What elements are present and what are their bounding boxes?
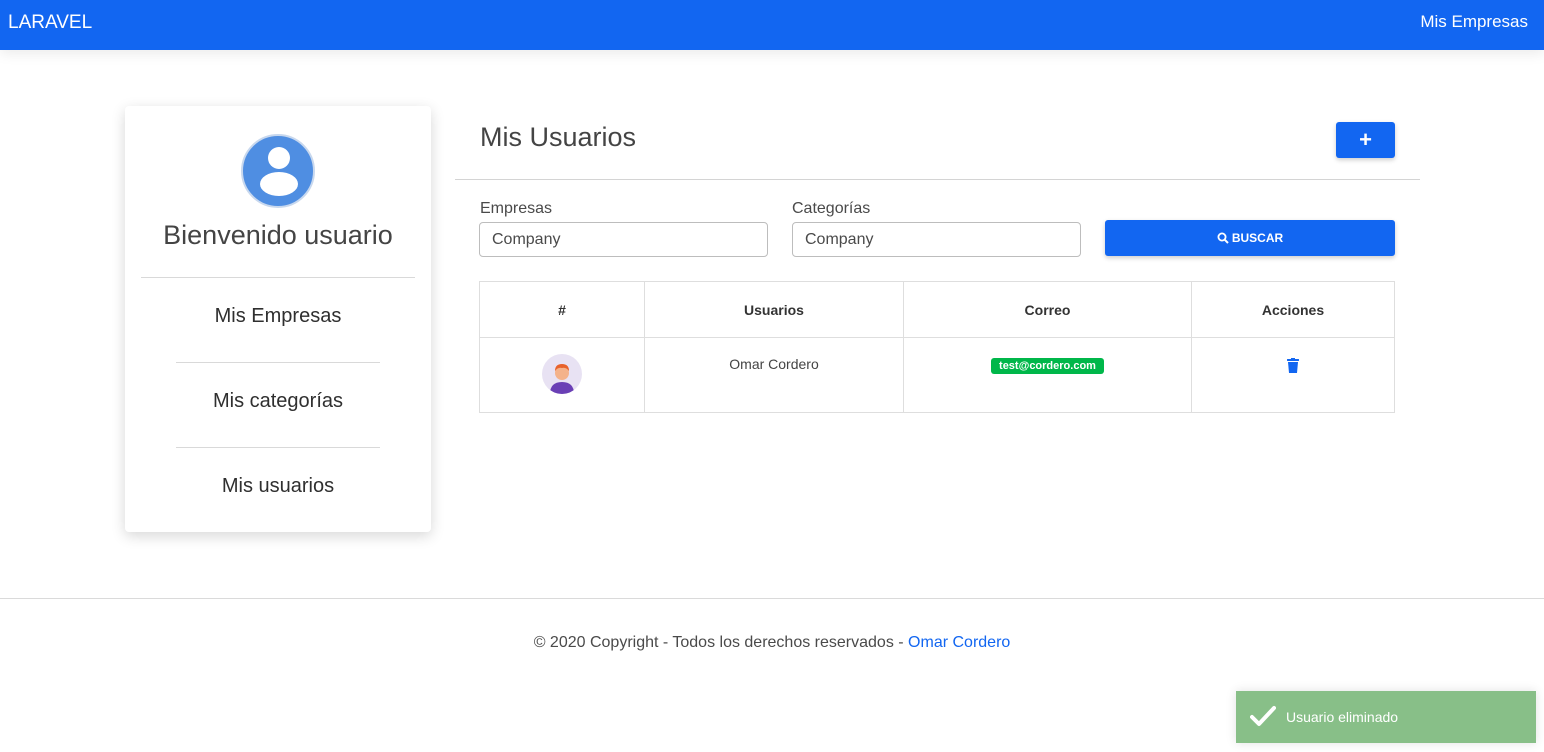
checkmark-icon <box>1250 706 1276 726</box>
user-name-cell: Omar Cordero <box>644 337 904 413</box>
column-header: Correo <box>903 281 1192 338</box>
avatar-cell <box>479 337 645 413</box>
email-cell: test@cordero.com <box>903 337 1192 413</box>
add-user-button[interactable]: + <box>1336 122 1395 158</box>
author-link[interactable]: Omar Cordero <box>908 634 1010 651</box>
empresas-input[interactable]: Company <box>479 222 768 257</box>
table-row: Omar Cordero test@cordero.com <box>479 337 1395 413</box>
search-icon <box>1217 232 1229 244</box>
sidebar-item-mis-usuarios[interactable]: Mis usuarios <box>125 475 431 498</box>
brand-link[interactable]: LARAVEL <box>8 12 92 34</box>
email-badge: test@cordero.com <box>991 358 1104 374</box>
sidebar-divider <box>176 447 380 448</box>
sidebar-card: Bienvenido usuario Mis Empresas Mis cate… <box>125 106 431 532</box>
trash-icon[interactable] <box>1287 358 1299 373</box>
sidebar-item-mis-categorias[interactable]: Mis categorías <box>125 390 431 413</box>
search-button[interactable]: BUSCAR <box>1105 220 1395 256</box>
categorias-label: Categorías <box>792 200 871 217</box>
column-header: # <box>479 281 645 338</box>
toast-notification[interactable]: Usuario eliminado <box>1236 691 1536 743</box>
column-header: Acciones <box>1191 281 1395 338</box>
nav-link-mis-empresas[interactable]: Mis Empresas <box>1420 12 1528 32</box>
avatar <box>542 354 582 394</box>
footer: © 2020 Copyright - Todos los derechos re… <box>0 634 1544 652</box>
sidebar-divider <box>141 277 415 278</box>
search-button-label: BUSCAR <box>1231 231 1284 245</box>
page-title: Mis Usuarios <box>480 122 637 152</box>
categorias-input[interactable]: Company <box>792 222 1081 257</box>
actions-cell <box>1191 337 1395 413</box>
sidebar-item-mis-empresas[interactable]: Mis Empresas <box>125 305 431 328</box>
title-divider <box>455 179 1420 180</box>
copyright-text: © 2020 Copyright - Todos los derechos re… <box>533 634 909 651</box>
column-header: Usuarios <box>644 281 904 338</box>
sidebar-divider <box>176 362 380 363</box>
users-table: # Usuarios Correo Acciones Omar Cordero … <box>479 281 1395 413</box>
user-icon <box>241 134 315 208</box>
empresas-label: Empresas <box>480 200 553 217</box>
footer-divider <box>0 598 1544 599</box>
top-navbar: LARAVEL Mis Empresas <box>0 0 1544 50</box>
toast-message: Usuario eliminado <box>1286 709 1399 725</box>
welcome-heading: Bienvenido usuario <box>163 220 393 250</box>
